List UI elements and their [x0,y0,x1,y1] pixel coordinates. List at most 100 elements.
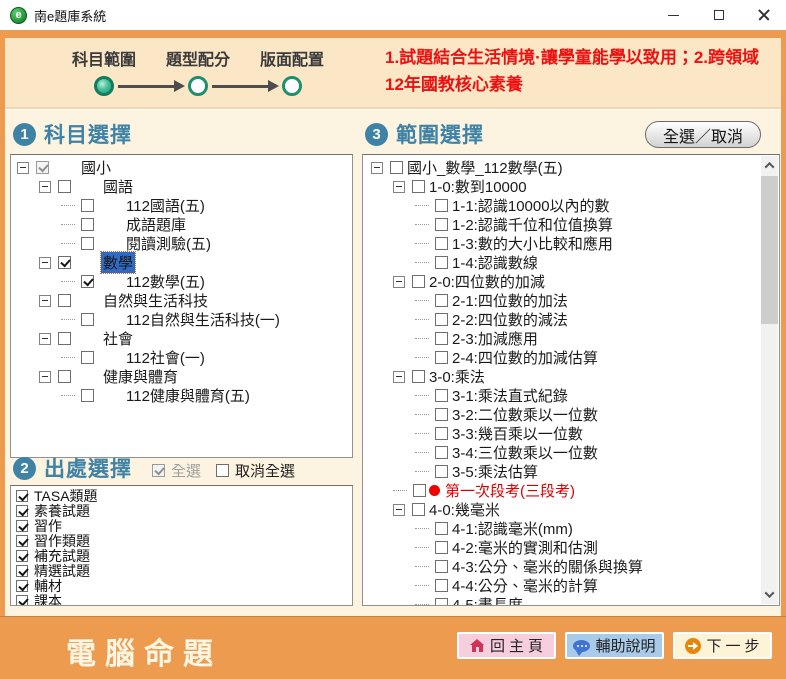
checkbox[interactable] [435,389,448,402]
help-button[interactable]: 輔助說明 [565,632,664,659]
tree-node-label[interactable]: 4-2:毫米的實測和估測 [450,537,600,558]
tree-node[interactable]: 國語 [11,177,352,196]
tree-node[interactable]: 閱讀測驗(五) [11,234,352,253]
tree-node-label[interactable]: 國小_數學_112數學(五) [405,157,565,178]
checkbox[interactable] [58,370,71,383]
step-circle-1[interactable] [94,76,114,96]
home-button[interactable]: 回主頁 [457,632,556,659]
collapse-toggle-icon[interactable] [39,181,51,193]
tree-node-label[interactable]: 自然與生活科技 [101,290,210,311]
tree-node[interactable]: 3-1:乘法直式紀錄 [363,386,759,405]
tree-node[interactable]: 2-2:四位數的減法 [363,310,759,329]
tree-node[interactable]: 第一次段考(三段考) [363,481,759,500]
tree-node-label[interactable]: 第一次段考(三段考) [443,480,577,501]
tree-node-label[interactable]: 1-2:認識千位和位值換算 [450,214,615,235]
tree-node-label[interactable]: 3-5:乘法估算 [450,461,540,482]
checkbox[interactable] [81,351,94,364]
tree-node-label[interactable]: 4-0:幾毫米 [427,499,502,520]
checkbox[interactable] [58,256,71,269]
checkbox[interactable] [435,332,448,345]
tree-node-label[interactable]: 成語題庫 [124,214,188,235]
tree-node[interactable]: 1-0:數到10000 [363,177,759,196]
checkbox[interactable] [16,505,28,517]
tree-node-label[interactable]: 2-4:四位數的加減估算 [450,347,600,368]
checkbox[interactable] [36,161,49,174]
scroll-up-icon[interactable] [761,157,778,174]
checkbox[interactable] [412,370,425,383]
tree-node-label[interactable]: 1-4:認識數線 [450,252,540,273]
checkbox[interactable] [81,237,94,250]
tree-node[interactable]: 3-0:乘法 [363,367,759,386]
checkbox[interactable] [16,535,28,547]
deselect-all-checkbox[interactable]: 取消全選 [216,460,295,481]
tree-node[interactable]: 4-1:認識毫米(mm) [363,519,759,538]
tree-node-label[interactable]: 2-0:四位數的加減 [427,271,547,292]
checkbox[interactable] [435,408,448,421]
collapse-toggle-icon[interactable] [393,371,405,383]
checkbox[interactable] [435,218,448,231]
scrollbar-thumb[interactable] [761,176,778,324]
checkbox[interactable] [16,550,28,562]
tree-node-label[interactable]: 112健康與體育(五) [124,385,252,406]
tree-node[interactable]: 4-3:公分、毫米的關係與換算 [363,557,759,576]
close-button[interactable] [741,0,786,30]
tree-node-label[interactable]: 4-3:公分、毫米的關係與換算 [450,556,645,577]
minimize-button[interactable] [651,0,696,30]
checkbox[interactable] [435,237,448,250]
tree-node-label[interactable]: 4-4:公分、毫米的計算 [450,575,600,596]
tree-node[interactable]: 1-3:數的大小比較和應用 [363,234,759,253]
tree-node[interactable]: 112國語(五) [11,196,352,215]
checkbox[interactable] [412,275,425,288]
tree-node-label[interactable]: 4-5:畫長度 [450,594,525,606]
tree-node[interactable]: 2-3:加減應用 [363,329,759,348]
tree-node-label[interactable]: 1-1:認識10000以內的數 [450,195,612,216]
tree-node[interactable]: 2-0:四位數的加減 [363,272,759,291]
tree-node[interactable]: 1-1:認識10000以內的數 [363,196,759,215]
checkbox[interactable] [435,427,448,440]
tree-node[interactable]: 社會 [11,329,352,348]
collapse-toggle-icon[interactable] [371,162,383,174]
checkbox[interactable] [435,351,448,364]
tree-node-label[interactable]: 健康與體育 [101,366,180,387]
checkbox[interactable] [81,389,94,402]
source-item[interactable]: 課本 [14,593,352,606]
tree-node[interactable]: 112數學(五) [11,272,352,291]
collapse-toggle-icon[interactable] [393,276,405,288]
checkbox[interactable] [435,294,448,307]
checkbox[interactable] [435,313,448,326]
tree-node[interactable]: 成語題庫 [11,215,352,234]
tree-node[interactable]: 112自然與生活科技(一) [11,310,352,329]
tree-node-label[interactable]: 112數學(五) [124,271,207,292]
tree-node-label[interactable]: 3-2:二位數乘以一位數 [450,404,600,425]
checkbox[interactable] [58,332,71,345]
tree-node-label[interactable]: 國小 [79,157,113,178]
collapse-toggle-icon[interactable] [39,295,51,307]
collapse-toggle-icon[interactable] [393,504,405,516]
checkbox[interactable] [435,579,448,592]
checkbox[interactable] [16,595,28,607]
select-all-toggle-button[interactable]: 全選／取消 [645,121,761,148]
select-all-checkbox[interactable]: 全選 [152,460,201,481]
checkbox[interactable] [435,598,448,606]
tree-node[interactable]: 3-5:乘法估算 [363,462,759,481]
collapse-toggle-icon[interactable] [39,333,51,345]
tree-node[interactable]: 自然與生活科技 [11,291,352,310]
checkbox[interactable] [435,446,448,459]
source-item[interactable]: 素養試題 [14,503,352,518]
checkbox[interactable] [16,580,28,592]
checkbox[interactable] [81,218,94,231]
checkbox[interactable] [16,490,28,502]
collapse-toggle-icon[interactable] [17,162,29,174]
tree-node-label[interactable]: 2-3:加減應用 [450,328,540,349]
tree-node[interactable]: 2-4:四位數的加減估算 [363,348,759,367]
tree-node[interactable]: 112社會(一) [11,348,352,367]
tree-node-label[interactable]: 112國語(五) [124,195,207,216]
tree-node-label[interactable]: 112自然與生活科技(一) [124,309,282,330]
step-circle-3[interactable] [282,76,302,96]
tree-node[interactable]: 國小 [11,158,352,177]
tree-node[interactable]: 4-2:毫米的實測和估測 [363,538,759,557]
checkbox[interactable] [58,180,71,193]
tree-node-label[interactable]: 3-1:乘法直式紀錄 [450,385,570,406]
tree-node-label[interactable]: 數學 [101,252,135,273]
tree-node-label[interactable]: 3-0:乘法 [427,366,487,387]
